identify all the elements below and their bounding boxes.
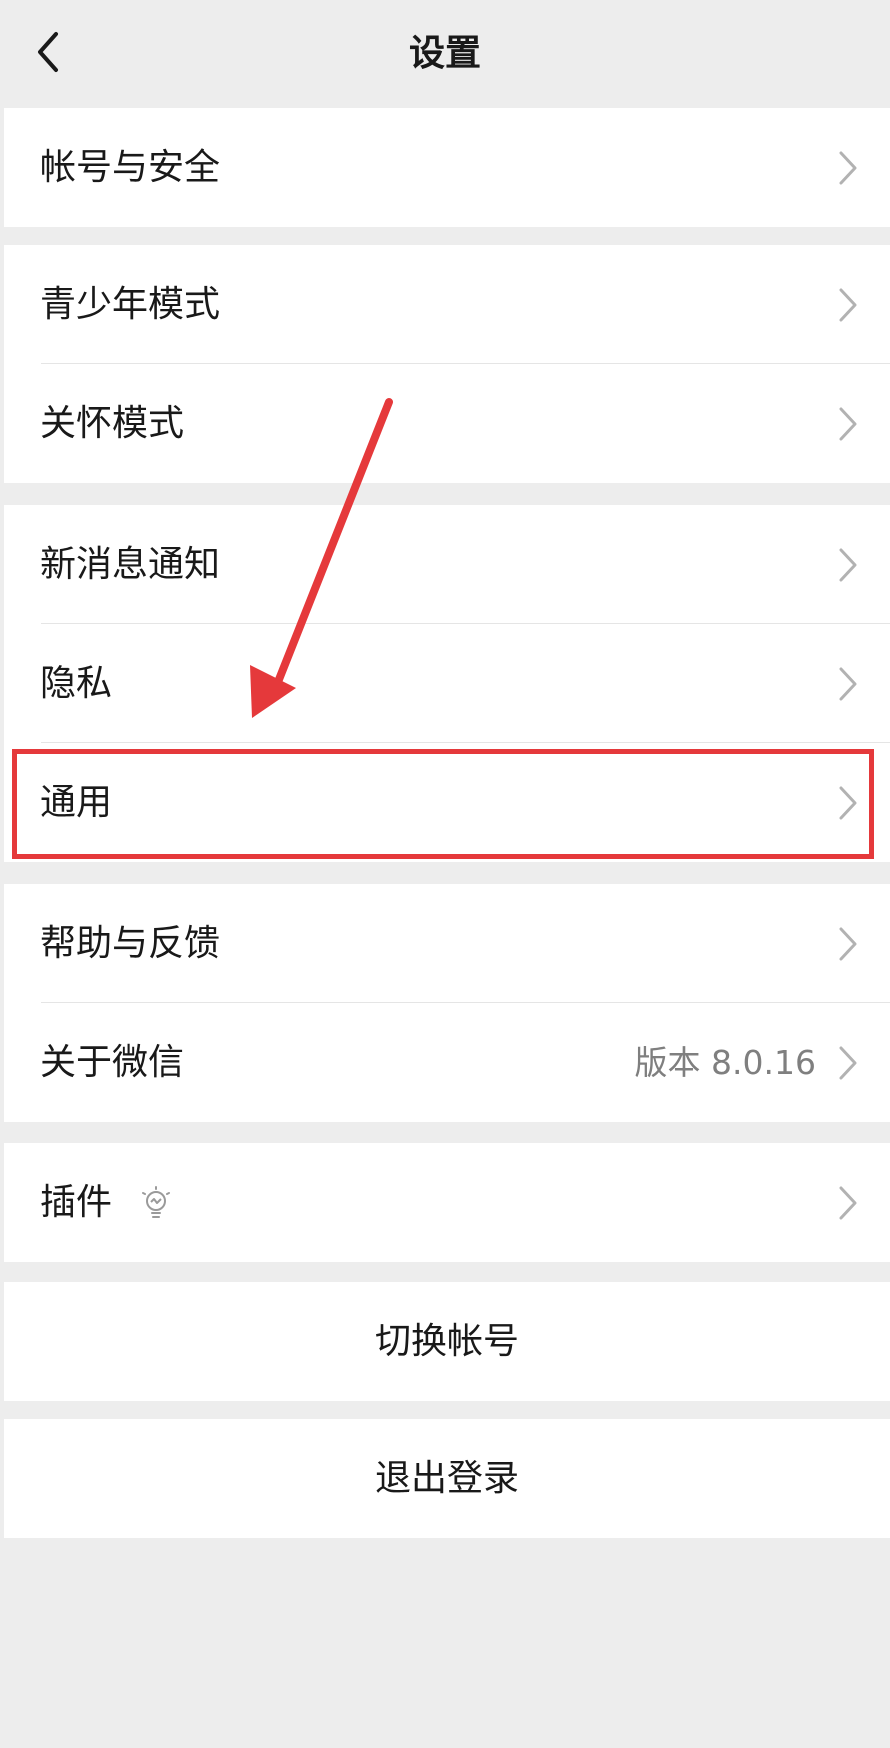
navigation-bar: 设置 bbox=[0, 0, 890, 108]
settings-item-notifications[interactable]: 新消息通知 bbox=[4, 505, 890, 624]
settings-item-label: 隐私 bbox=[40, 662, 113, 704]
chevron-right-icon bbox=[838, 666, 858, 702]
settings-item-label: 通用 bbox=[40, 781, 113, 823]
settings-group-plugins: 插件 bbox=[4, 1143, 890, 1262]
page-title: 设置 bbox=[408, 33, 481, 74]
settings-item-about-wechat[interactable]: 关于微信 版本 8.0.16 bbox=[4, 1003, 890, 1122]
settings-group-account: 帐号与安全 bbox=[4, 108, 890, 227]
settings-item-label: 青少年模式 bbox=[40, 283, 221, 325]
settings-item-label: 关于微信 bbox=[40, 1041, 185, 1083]
settings-item-label: 关怀模式 bbox=[40, 402, 185, 444]
settings-item-help-feedback[interactable]: 帮助与反馈 bbox=[4, 884, 890, 1003]
chevron-right-icon bbox=[838, 406, 858, 442]
chevron-right-icon bbox=[838, 785, 858, 821]
settings-group-general: 新消息通知 隐私 通用 bbox=[4, 505, 890, 862]
chevron-right-icon bbox=[838, 547, 858, 583]
switch-account-label: 切换帐号 bbox=[374, 1320, 519, 1362]
settings-item-general[interactable]: 通用 bbox=[4, 743, 890, 862]
chevron-right-icon bbox=[838, 926, 858, 962]
lightbulb-icon bbox=[138, 1185, 174, 1221]
settings-item-teen-mode[interactable]: 青少年模式 bbox=[4, 245, 890, 364]
settings-item-label: 帐号与安全 bbox=[40, 146, 221, 188]
settings-item-label: 新消息通知 bbox=[40, 543, 221, 585]
chevron-right-icon bbox=[838, 1045, 858, 1081]
logout-group: 退出登录 bbox=[4, 1419, 890, 1538]
settings-group-modes: 青少年模式 关怀模式 bbox=[4, 245, 890, 483]
settings-item-privacy[interactable]: 隐私 bbox=[4, 624, 890, 743]
settings-item-plugins[interactable]: 插件 bbox=[4, 1143, 890, 1262]
switch-account-group: 切换帐号 bbox=[4, 1282, 890, 1401]
switch-account-button[interactable]: 切换帐号 bbox=[4, 1282, 890, 1401]
settings-group-about: 帮助与反馈 关于微信 版本 8.0.16 bbox=[4, 884, 890, 1122]
settings-item-care-mode[interactable]: 关怀模式 bbox=[4, 364, 890, 483]
settings-item-account-security[interactable]: 帐号与安全 bbox=[4, 108, 890, 227]
version-text: 版本 8.0.16 bbox=[634, 1042, 816, 1082]
logout-button[interactable]: 退出登录 bbox=[4, 1419, 890, 1538]
chevron-right-icon bbox=[838, 287, 858, 323]
settings-item-label: 帮助与反馈 bbox=[40, 922, 221, 964]
chevron-right-icon bbox=[838, 150, 858, 186]
settings-item-label: 插件 bbox=[40, 1181, 113, 1223]
logout-label: 退出登录 bbox=[374, 1457, 519, 1499]
chevron-right-icon bbox=[838, 1185, 858, 1221]
